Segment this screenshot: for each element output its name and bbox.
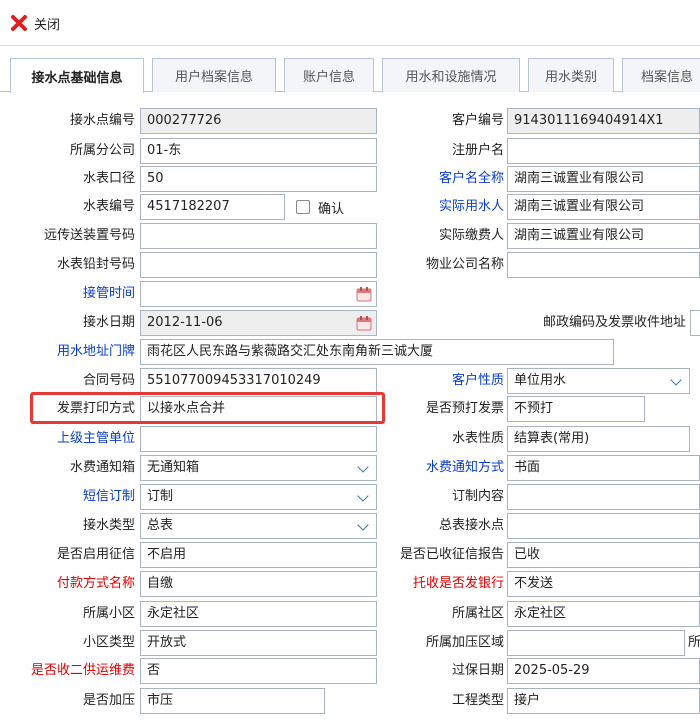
label-notice-method: 水费通知方式 bbox=[425, 460, 504, 475]
tab-account-info[interactable]: 账户信息 bbox=[284, 58, 374, 92]
community-field[interactable]: 永定社区 bbox=[140, 601, 377, 627]
project-type-field[interactable]: 接户 bbox=[507, 688, 700, 714]
label-meter-no: 水表编号 bbox=[82, 199, 135, 214]
label-contract-no: 合同号码 bbox=[82, 373, 135, 388]
connect-type-select[interactable]: 总表 bbox=[140, 513, 377, 539]
service-no-field[interactable]: 000277726 bbox=[140, 108, 377, 134]
meter-nature-field[interactable]: 结算表(常用) bbox=[507, 426, 690, 452]
district-field[interactable]: 永定社区 bbox=[507, 601, 700, 627]
address-field[interactable]: 雨花区人民东路与紫薇路交汇处东南角新三诚大厦 bbox=[140, 339, 614, 365]
customer-nature-select[interactable]: 单位用水 bbox=[507, 368, 690, 394]
tab-water-category[interactable]: 用水类别 bbox=[528, 58, 614, 92]
label-address: 用水地址门牌 bbox=[56, 344, 135, 359]
custom-content-field[interactable] bbox=[507, 484, 700, 510]
close-label: 关闭 bbox=[34, 17, 61, 33]
label-takeover-time: 接管时间 bbox=[82, 286, 135, 301]
pressurized-field[interactable]: 市压 bbox=[140, 688, 325, 714]
credit-report-field[interactable]: 已收 bbox=[507, 542, 700, 568]
label-community: 所属小区 bbox=[82, 606, 135, 621]
secondary-fee-field[interactable]: 否 bbox=[140, 658, 377, 684]
label-full-name: 客户名全称 bbox=[438, 171, 504, 186]
community-type-field[interactable]: 开放式 bbox=[140, 630, 377, 656]
label-master-point: 总表接水点 bbox=[438, 518, 504, 533]
label-custom-content: 订制内容 bbox=[451, 489, 504, 504]
customer-no-field[interactable]: 914301116940491​4X1 bbox=[507, 108, 700, 134]
label-credit-report: 是否已收征信报告 bbox=[399, 547, 504, 562]
fee-notice-box-select[interactable]: 无通知箱 bbox=[140, 455, 377, 481]
payment-method-field[interactable]: 自缴 bbox=[140, 571, 377, 597]
label-payment-method: 付款方式名称 bbox=[56, 576, 135, 591]
label-bank-collect: 托收是否发银行 bbox=[412, 576, 504, 591]
meter-no-field[interactable]: 4517182207 bbox=[140, 194, 285, 220]
tab-user-archive[interactable]: 用户档案信息 bbox=[152, 58, 276, 92]
label-service-no: 接水点编号 bbox=[69, 113, 135, 128]
close-icon bbox=[11, 15, 27, 31]
meter-seal-field[interactable] bbox=[140, 252, 377, 278]
cutoff-label: 所 bbox=[688, 635, 700, 650]
toolbar: 关闭 bbox=[0, 0, 700, 46]
contract-no-field[interactable]: 551077009453317010249 bbox=[140, 368, 377, 394]
pressure-zone-field[interactable] bbox=[507, 630, 685, 656]
connect-date-value: 2012-11-06 bbox=[147, 315, 223, 330]
registered-name-field[interactable] bbox=[507, 138, 700, 164]
property-company-field[interactable] bbox=[507, 252, 700, 278]
calendar-icon[interactable] bbox=[356, 315, 372, 331]
supervisor-field[interactable] bbox=[140, 426, 377, 452]
label-secondary-fee: 是否收二供运维费 bbox=[30, 663, 135, 678]
label-actual-user: 实际用水人 bbox=[438, 199, 504, 214]
actual-payer-field[interactable]: 湖南三诚置业有限公司 bbox=[507, 223, 700, 249]
label-community-type: 小区类型 bbox=[82, 635, 135, 650]
label-actual-payer: 实际缴费人 bbox=[438, 228, 504, 243]
invoice-print-field[interactable]: 以接水点合并 bbox=[140, 396, 377, 422]
label-warranty-date: 过保日期 bbox=[451, 663, 504, 678]
remote-device-field[interactable] bbox=[140, 223, 377, 249]
label-pressure-zone: 所属加压区域 bbox=[425, 635, 504, 650]
confirm-checkbox[interactable]: 确认 bbox=[296, 194, 344, 220]
meter-caliber-field[interactable]: 50 bbox=[140, 166, 377, 192]
tab-water-facilities[interactable]: 用水和设施情况 bbox=[382, 58, 520, 92]
label-project-type: 工程类型 bbox=[451, 693, 504, 708]
label-supervisor: 上级主管单位 bbox=[56, 431, 135, 446]
warranty-date-field[interactable]: 2025-05-29 bbox=[507, 658, 700, 684]
checkbox-box[interactable] bbox=[296, 200, 310, 214]
branch-field[interactable]: 01-东 bbox=[140, 138, 377, 164]
label-fee-notice-box: 水费通知箱 bbox=[69, 460, 135, 475]
label-district: 所属社区 bbox=[451, 606, 504, 621]
notice-method-field[interactable]: 书面 bbox=[507, 455, 700, 481]
label-customer-nature: 客户性质 bbox=[451, 373, 504, 388]
label-remote-device: 远传送装置号码 bbox=[43, 228, 135, 243]
label-invoice-print: 发票打印方式 bbox=[56, 401, 135, 416]
label-meter-caliber: 水表口径 bbox=[82, 171, 135, 186]
label-sms: 短信订制 bbox=[82, 489, 135, 504]
label-meter-nature: 水表性质 bbox=[451, 431, 504, 446]
tab-bar: 接水点基础信息 用户档案信息 账户信息 用水和设施情况 用水类别 档案信息 bbox=[0, 54, 700, 93]
label-customer-no: 客户编号 bbox=[451, 113, 504, 128]
tab-archive-info[interactable]: 档案信息 bbox=[622, 58, 700, 92]
postal-address-field[interactable] bbox=[690, 310, 700, 336]
label-credit-enabled: 是否启用征信 bbox=[56, 547, 135, 562]
close-button[interactable]: 关闭 bbox=[10, 12, 60, 34]
label-meter-seal: 水表铅封号码 bbox=[56, 257, 135, 272]
label-pressurized: 是否加压 bbox=[82, 693, 135, 708]
label-registered-name: 注册户名 bbox=[451, 143, 504, 158]
label-postal-address: 邮政编码及发票收件地址 bbox=[542, 315, 686, 330]
connect-date-field[interactable]: 2012-11-06 bbox=[140, 310, 377, 336]
full-name-field[interactable]: 湖南三诚置业有限公司 bbox=[507, 166, 700, 192]
actual-user-field[interactable]: 湖南三诚置业有限公司 bbox=[507, 194, 700, 220]
takeover-time-field[interactable] bbox=[140, 281, 377, 307]
form-area: 接水点编号 000277726 客户编号 914301116940491​4X1… bbox=[0, 104, 700, 721]
confirm-label: 确认 bbox=[318, 201, 345, 217]
credit-enabled-field[interactable]: 不启用 bbox=[140, 542, 377, 568]
label-pre-invoice: 是否预打发票 bbox=[425, 401, 504, 416]
sms-select[interactable]: 订制 bbox=[140, 484, 377, 510]
pre-invoice-field[interactable]: 不预打 bbox=[507, 396, 645, 422]
label-branch: 所属分公司 bbox=[69, 143, 135, 158]
label-property-company: 物业公司名称 bbox=[425, 257, 504, 272]
tab-service-point-info[interactable]: 接水点基础信息 bbox=[10, 58, 144, 93]
bank-collect-field[interactable]: 不发送 bbox=[507, 571, 700, 597]
label-connect-type: 接水类型 bbox=[82, 518, 135, 533]
master-point-field[interactable] bbox=[507, 513, 700, 539]
calendar-icon[interactable] bbox=[356, 286, 372, 302]
label-connect-date: 接水日期 bbox=[82, 315, 135, 330]
